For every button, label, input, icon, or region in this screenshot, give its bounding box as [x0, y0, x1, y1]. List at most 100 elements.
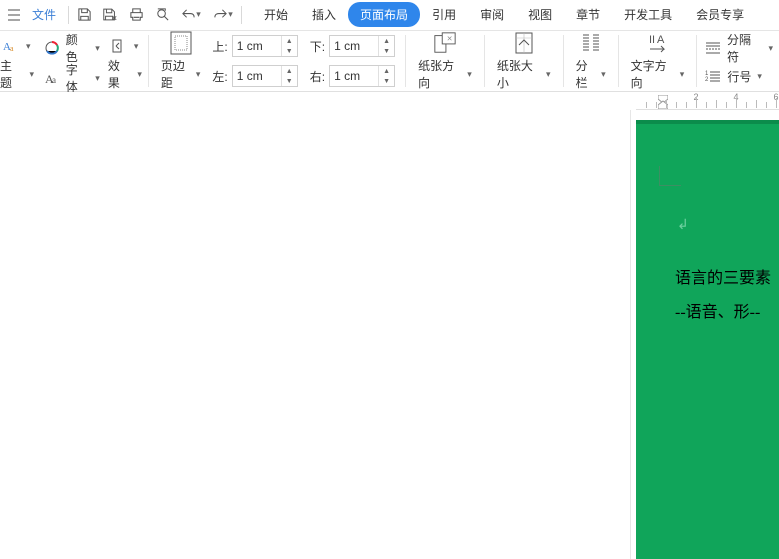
margin-bottom-input[interactable]: ▲▼: [329, 35, 395, 57]
separator-button[interactable]: 分隔符 ▾: [703, 35, 773, 61]
columns-label: 分栏: [576, 57, 600, 91]
margin-right-field[interactable]: [330, 66, 378, 86]
color-button[interactable]: 颜色 ▾: [42, 35, 100, 61]
margin-right-label: 右:: [310, 68, 325, 85]
separator-icon: [703, 38, 723, 58]
ruler-ticks: 2 4 6: [636, 92, 779, 109]
file-menu[interactable]: 文件: [26, 4, 62, 25]
svg-text:2: 2: [705, 77, 709, 83]
tab-insert[interactable]: 插入: [300, 2, 348, 27]
quick-access-toolbar: ▾ ▾: [71, 3, 239, 27]
spin-up-icon[interactable]: ▲: [379, 66, 394, 76]
text-direction-label: 文字方向: [631, 57, 678, 91]
print-preview-icon[interactable]: [149, 3, 175, 27]
save-as-icon[interactable]: [97, 3, 123, 27]
separator-label: 分隔符: [727, 31, 762, 65]
tab-section[interactable]: 章节: [564, 2, 612, 27]
margin-bottom-field[interactable]: [330, 36, 378, 56]
margin-top-input[interactable]: ▲▼: [232, 35, 298, 57]
spin-up-icon[interactable]: ▲: [282, 36, 297, 46]
line-number-label: 行号: [727, 68, 751, 85]
separator: [68, 6, 69, 24]
separator: [241, 6, 242, 24]
menu-icon[interactable]: [4, 7, 24, 23]
page-margin-icon: [169, 31, 193, 55]
paper-size-label: 纸张大小: [497, 57, 544, 91]
page-margin-group: 页边距▾ 上: ▲▼ 下: ▲▼ 左: ▲▼ 右: ▲: [149, 35, 406, 87]
margin-left-input[interactable]: ▲▼: [232, 65, 298, 87]
redo-icon[interactable]: ▾: [207, 3, 239, 27]
menubar: 文件 ▾ ▾ 开始 插入 页面布局 引用 审阅 视图 章节 开发工具: [0, 0, 779, 30]
theme-styles-icon: Aa: [0, 36, 20, 56]
tab-page-layout[interactable]: 页面布局: [348, 2, 420, 27]
columns-icon: [579, 31, 603, 55]
spin-down-icon[interactable]: ▼: [282, 46, 297, 56]
theme-group: Aa ▾ 主题 ▾ 颜色 ▾ Aa 字体 ▾: [0, 35, 149, 87]
page-margin-button[interactable]: 页边距▾: [155, 35, 207, 87]
svg-text:II: II: [649, 34, 655, 46]
tab-review[interactable]: 审阅: [468, 2, 516, 27]
columns-group: 分栏▾: [564, 35, 619, 87]
orientation-small-button[interactable]: ▾: [108, 35, 142, 57]
font-icon: Aa: [42, 68, 62, 88]
svg-text:A: A: [657, 34, 665, 46]
spin-up-icon[interactable]: ▲: [379, 36, 394, 46]
margin-top-field[interactable]: [233, 36, 281, 56]
tab-start[interactable]: 开始: [252, 2, 300, 27]
color-label: 颜色: [66, 31, 90, 65]
paper-orientation-group: 纸张方向▾: [406, 35, 485, 87]
paper-orientation-label: 纸张方向: [418, 57, 465, 91]
paper-orientation-icon: [433, 31, 457, 55]
margin-right-input[interactable]: ▲▼: [329, 65, 395, 87]
columns-button[interactable]: 分栏▾: [570, 35, 612, 87]
text-direction-group: IIA 文字方向▾: [619, 35, 698, 87]
paper-size-icon: [512, 31, 536, 55]
spin-down-icon[interactable]: ▼: [379, 76, 394, 86]
margin-left-field[interactable]: [233, 66, 281, 86]
theme-label: 主题: [0, 57, 24, 91]
text-direction-button[interactable]: IIA 文字方向▾: [625, 35, 691, 87]
paper-orientation-button[interactable]: 纸张方向▾: [412, 35, 478, 87]
breaks-group: 分隔符 ▾ 12 行号 ▾: [697, 35, 779, 87]
ribbon-tabs: 开始 插入 页面布局 引用 审阅 视图 章节 开发工具 会员专享: [252, 2, 756, 27]
tab-view[interactable]: 视图: [516, 2, 564, 27]
workspace: 2 4 6 ↲ 语言的三要素 --语音、形--: [0, 92, 779, 559]
paper-size-button[interactable]: 纸张大小▾: [491, 35, 557, 87]
margin-top-label: 上:: [212, 38, 227, 55]
ribbon: Aa ▾ 主题 ▾ 颜色 ▾ Aa 字体 ▾: [0, 30, 779, 92]
save-icon[interactable]: [71, 3, 97, 27]
font-button[interactable]: Aa 字体 ▾: [42, 65, 100, 91]
page-top-edge: [636, 120, 779, 124]
document-text-line[interactable]: --语音、形--: [675, 298, 760, 322]
line-number-button[interactable]: 12 行号 ▾: [703, 65, 773, 87]
document-page[interactable]: ↲ 语言的三要素 --语音、形--: [636, 120, 779, 559]
paper-size-group: 纸张大小▾: [485, 35, 564, 87]
effect-button[interactable]: 效果 ▾: [108, 61, 142, 87]
font-label: 字体: [66, 61, 90, 95]
spin-down-icon[interactable]: ▼: [379, 46, 394, 56]
margin-corner-marker: [659, 166, 681, 186]
theme-button[interactable]: 主题 ▾: [0, 61, 34, 87]
effect-label: 效果: [108, 57, 132, 91]
svg-text:a: a: [52, 75, 56, 85]
horizontal-ruler[interactable]: 2 4 6: [636, 92, 779, 110]
svg-text:a: a: [10, 44, 14, 53]
spin-up-icon[interactable]: ▲: [282, 66, 297, 76]
tab-references[interactable]: 引用: [420, 2, 468, 27]
page-margin-label: 页边距: [161, 57, 194, 91]
tab-developer[interactable]: 开发工具: [612, 2, 684, 27]
page-content-area: ↲ 语言的三要素 --语音、形--: [645, 150, 779, 559]
margin-left-label: 左:: [212, 68, 227, 85]
undo-icon[interactable]: ▾: [175, 3, 207, 27]
text-direction-icon: IIA: [645, 31, 669, 55]
pane-divider: [630, 110, 631, 559]
document-text-line[interactable]: 语言的三要素: [675, 264, 771, 288]
color-icon: [42, 38, 62, 58]
theme-styles-button[interactable]: Aa ▾: [0, 35, 34, 57]
orientation-small-icon: [108, 36, 128, 56]
margin-bottom-label: 下:: [310, 38, 325, 55]
spin-down-icon[interactable]: ▼: [282, 76, 297, 86]
tab-member[interactable]: 会员专享: [684, 2, 756, 27]
print-icon[interactable]: [123, 3, 149, 27]
line-number-icon: 12: [703, 66, 723, 86]
